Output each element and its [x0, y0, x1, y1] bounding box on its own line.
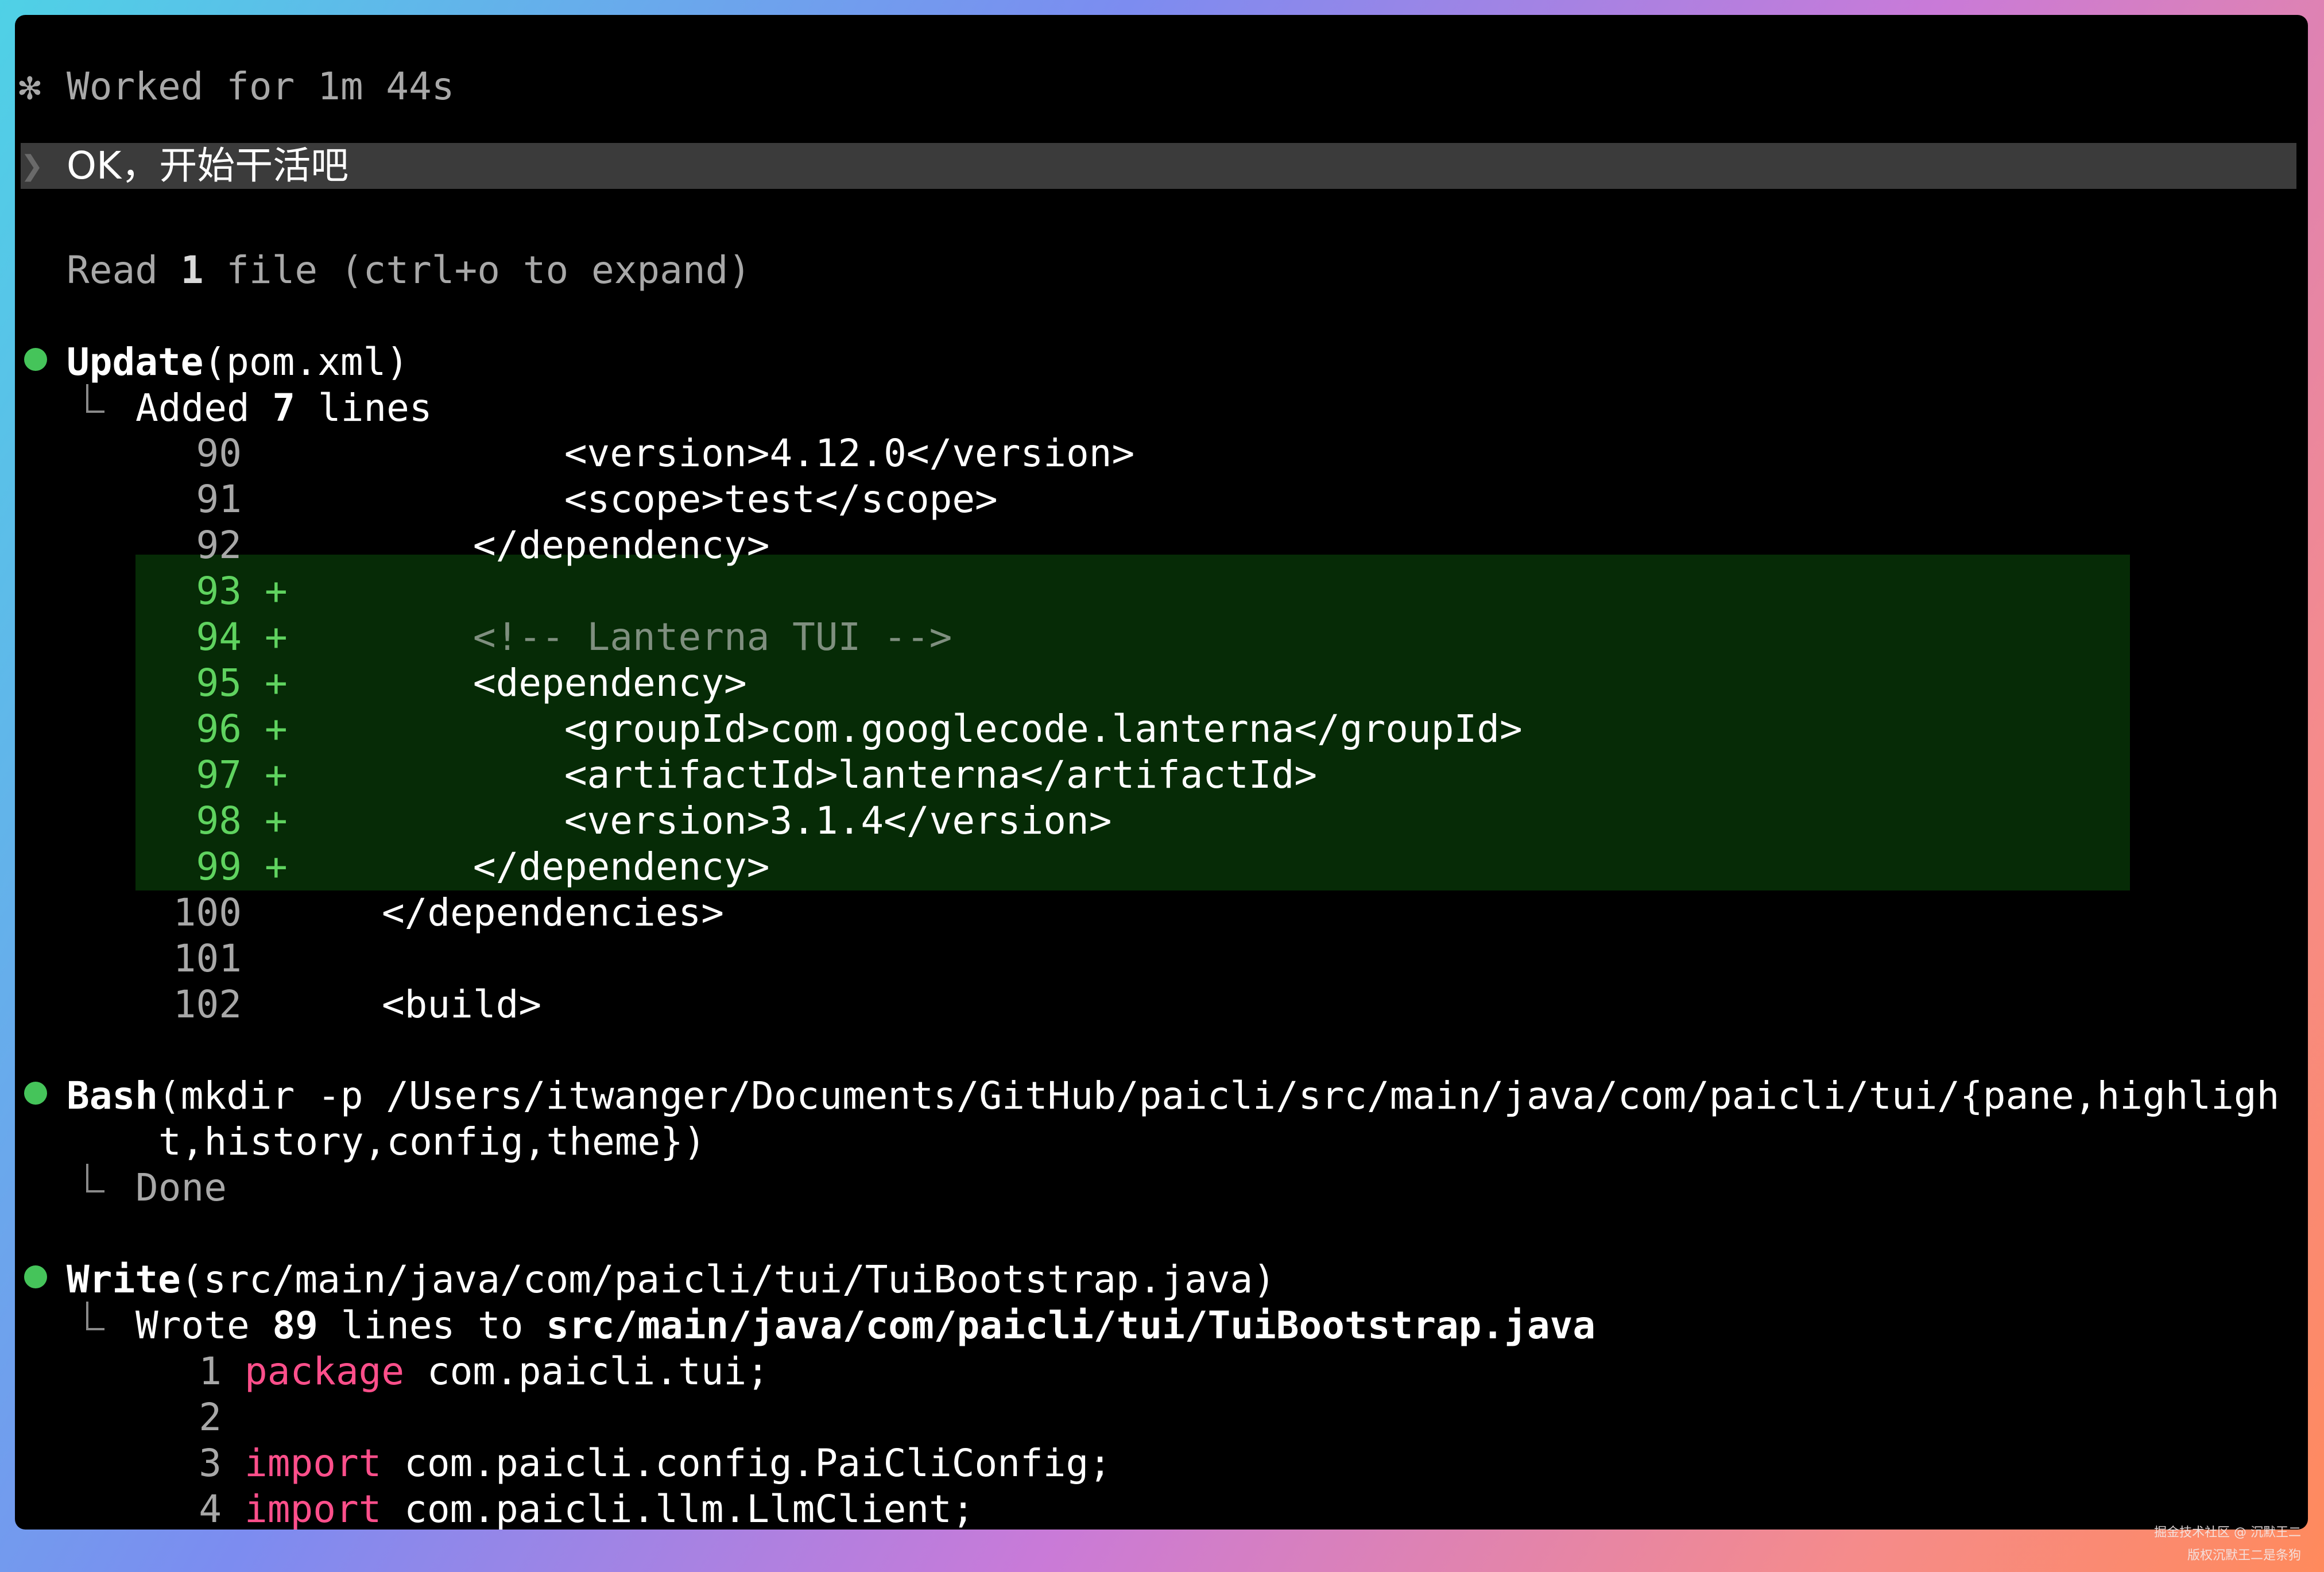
line-number: 2	[199, 1395, 222, 1439]
write-result: Wrote 89 lines to src/main/java/com/paic…	[135, 1303, 1596, 1348]
diff-code: <artifactId>lanterna</artifactId>	[290, 753, 1318, 797]
tree-elbow-icon	[86, 1302, 104, 1330]
line-number: 91	[196, 477, 242, 521]
terminal-window[interactable]: ✻ Worked for 1m 44s ❯ OK，开始干活吧 Read 1 fi…	[15, 15, 2308, 1530]
keyword: import	[245, 1441, 382, 1485]
code-text: package com.paicli.tui;	[245, 1349, 769, 1395]
diff-code: <version>3.1.4</version>	[290, 799, 1112, 843]
read-file-line[interactable]: Read 1 file (ctrl+o to expand)	[67, 247, 751, 293]
prompt-highlight	[21, 143, 2296, 189]
diff-marker: +	[265, 661, 288, 705]
write-tool-header: Write(src/main/java/com/paicli/tui/TuiBo…	[67, 1257, 1276, 1302]
tool-status-dot	[24, 1082, 47, 1105]
line-number: 101	[173, 936, 242, 981]
bash-result: Done	[135, 1166, 227, 1210]
diff-marker: +	[265, 569, 288, 613]
line-number: 97	[196, 753, 242, 797]
line-number: 4	[199, 1487, 222, 1530]
chevron-right-icon: ❯	[21, 144, 44, 188]
update-tool-header: Update(pom.xml)	[67, 340, 409, 384]
line-number: 90	[196, 431, 242, 475]
line-number: 1	[199, 1349, 222, 1393]
diff-code: </dependency>	[290, 523, 770, 567]
status-line: Worked for 1m 44s	[67, 64, 455, 109]
line-number: 95	[196, 661, 242, 705]
user-prompt: OK，开始干活吧	[67, 144, 349, 188]
asterisk-icon: ✻	[18, 64, 41, 109]
tree-elbow-icon	[86, 384, 104, 413]
tool-status-dot	[24, 348, 47, 371]
update-result: Added 7 lines	[135, 386, 432, 430]
diff-code: </dependency>	[290, 845, 770, 889]
line-number: 99	[196, 845, 242, 889]
code-text: import com.paicli.config.PaiCliConfig;	[245, 1441, 1111, 1486]
keyword: package	[245, 1349, 405, 1393]
code-text: import com.paicli.llm.LlmClient;	[245, 1486, 975, 1530]
tree-elbow-icon	[86, 1164, 104, 1192]
diff-code: </dependencies>	[290, 890, 724, 935]
line-number: 102	[173, 982, 242, 1027]
keyword: import	[245, 1487, 382, 1530]
diff-code: <groupId>com.googlecode.lanterna</groupI…	[290, 707, 1523, 751]
line-number: 100	[173, 890, 242, 935]
diff-marker: +	[265, 707, 288, 751]
line-number: 96	[196, 707, 242, 751]
line-number: 98	[196, 799, 242, 843]
diff-marker: +	[265, 799, 288, 843]
diff-marker: +	[265, 753, 288, 797]
diff-code: <version>4.12.0</version>	[290, 431, 1135, 475]
line-number: 94	[196, 615, 242, 659]
line-number: 92	[196, 523, 242, 567]
diff-code: <!-- Lanterna TUI -->	[290, 615, 952, 659]
tool-status-dot	[24, 1265, 47, 1288]
line-number: 3	[199, 1441, 222, 1485]
line-number: 93	[196, 569, 242, 613]
code-rest: com.paicli.config.PaiCliConfig;	[381, 1441, 1111, 1485]
watermark: 掘金技术社区 @ 沉默王二 版权沉默王二是条狗	[2154, 1525, 2301, 1563]
code-rest: com.paicli.llm.LlmClient;	[381, 1487, 975, 1530]
bash-tool-header: Bash(mkdir -p /Users/itwanger/Documents/…	[67, 1074, 2280, 1118]
code-rest: com.paicli.tui;	[404, 1349, 769, 1393]
diff-code: <build>	[290, 982, 542, 1027]
diff-marker: +	[265, 845, 288, 889]
diff-code: <dependency>	[290, 661, 747, 705]
diff-code: <scope>test</scope>	[290, 477, 998, 521]
bash-tool-header-wrap: t,history,config,theme})	[158, 1120, 706, 1164]
diff-marker: +	[265, 615, 288, 659]
